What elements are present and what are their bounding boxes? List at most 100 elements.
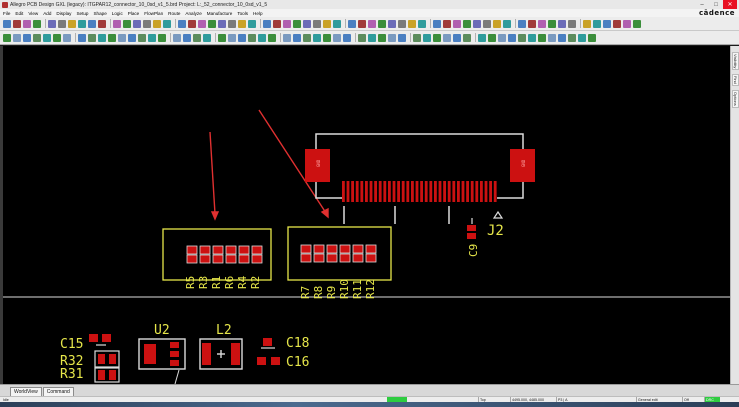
tool-icon[interactable] bbox=[623, 19, 631, 28]
tool-icon[interactable] bbox=[433, 33, 441, 42]
tool-icon[interactable] bbox=[633, 19, 641, 28]
tool-icon[interactable] bbox=[333, 33, 341, 42]
capacitor-c18[interactable]: C18 bbox=[261, 336, 309, 351]
tool-icon[interactable] bbox=[238, 19, 246, 28]
resistor-group-right[interactable]: R7 R8 R9 R10 R11 R12 bbox=[287, 226, 392, 299]
tool-icon[interactable] bbox=[358, 19, 366, 28]
tool-icon[interactable] bbox=[63, 33, 71, 42]
tool-icon[interactable] bbox=[348, 19, 356, 28]
tool-icon[interactable] bbox=[13, 19, 21, 28]
tool-icon[interactable] bbox=[3, 19, 11, 28]
menu-tools[interactable]: Tools bbox=[237, 11, 248, 16]
tool-icon[interactable] bbox=[463, 19, 471, 28]
tool-icon[interactable] bbox=[53, 33, 61, 42]
tool-icon[interactable] bbox=[443, 33, 451, 42]
tool-icon[interactable] bbox=[293, 33, 301, 42]
tool-icon[interactable] bbox=[218, 19, 226, 28]
tool-icon[interactable] bbox=[88, 33, 96, 42]
tool-icon[interactable] bbox=[228, 19, 236, 28]
tool-icon[interactable] bbox=[123, 19, 131, 28]
tool-icon[interactable] bbox=[358, 33, 366, 42]
resistor-group-left[interactable]: R5 R3 R1 R6 R4 R2 bbox=[162, 228, 272, 289]
tool-icon[interactable] bbox=[503, 19, 511, 28]
menu-setup[interactable]: Setup bbox=[76, 11, 88, 16]
tool-icon[interactable] bbox=[463, 33, 471, 42]
tool-icon[interactable] bbox=[378, 19, 386, 28]
tool-icon[interactable] bbox=[333, 19, 341, 28]
tool-icon[interactable] bbox=[173, 33, 181, 42]
tool-icon[interactable] bbox=[508, 33, 516, 42]
tool-icon[interactable] bbox=[98, 33, 106, 42]
tool-icon[interactable] bbox=[178, 19, 186, 28]
tool-icon[interactable] bbox=[478, 33, 486, 42]
tool-icon[interactable] bbox=[453, 33, 461, 42]
tool-icon[interactable] bbox=[48, 19, 56, 28]
tool-icon[interactable] bbox=[323, 33, 331, 42]
tool-icon[interactable] bbox=[423, 33, 431, 42]
capacitor-c15[interactable]: C15 bbox=[60, 334, 111, 352]
menu-shape[interactable]: Shape bbox=[93, 11, 106, 16]
tool-icon[interactable] bbox=[238, 33, 246, 42]
side-tab-options[interactable]: Options bbox=[732, 90, 739, 108]
tool-icon[interactable] bbox=[153, 19, 161, 28]
tool-icon[interactable] bbox=[68, 19, 76, 28]
tool-icon[interactable] bbox=[538, 33, 546, 42]
tool-icon[interactable] bbox=[588, 33, 596, 42]
connector-j2[interactable]: GND GND J2 bbox=[305, 133, 535, 239]
menu-logic[interactable]: Logic bbox=[112, 11, 123, 16]
ic-u2[interactable]: U2 bbox=[138, 323, 186, 384]
close-button[interactable]: ✕ bbox=[723, 0, 737, 9]
tool-icon[interactable] bbox=[193, 33, 201, 42]
tool-icon[interactable] bbox=[558, 33, 566, 42]
tool-icon[interactable] bbox=[473, 19, 481, 28]
tool-icon[interactable] bbox=[98, 19, 106, 28]
tool-icon[interactable] bbox=[108, 33, 116, 42]
tool-icon[interactable] bbox=[218, 33, 226, 42]
tool-icon[interactable] bbox=[33, 33, 41, 42]
tool-icon[interactable] bbox=[188, 19, 196, 28]
tool-icon[interactable] bbox=[548, 33, 556, 42]
tool-icon[interactable] bbox=[313, 33, 321, 42]
tool-icon[interactable] bbox=[228, 33, 236, 42]
tool-icon[interactable] bbox=[113, 19, 121, 28]
tool-icon[interactable] bbox=[323, 19, 331, 28]
side-tab-visibility[interactable]: Visibility bbox=[732, 52, 739, 70]
menu-help[interactable]: Help bbox=[253, 11, 262, 16]
tool-icon[interactable] bbox=[378, 33, 386, 42]
menu-manufacture[interactable]: Manufacture bbox=[207, 11, 233, 16]
tool-icon[interactable] bbox=[128, 33, 136, 42]
menu-add[interactable]: Add bbox=[43, 11, 51, 16]
tool-icon[interactable] bbox=[58, 19, 66, 28]
menu-place[interactable]: Place bbox=[128, 11, 140, 16]
tool-icon[interactable] bbox=[398, 19, 406, 28]
menu-file[interactable]: File bbox=[3, 11, 10, 16]
tool-icon[interactable] bbox=[273, 19, 281, 28]
tool-icon[interactable] bbox=[528, 19, 536, 28]
tool-icon[interactable] bbox=[203, 33, 211, 42]
tool-icon[interactable] bbox=[578, 33, 586, 42]
tool-icon[interactable] bbox=[303, 33, 311, 42]
minimize-button[interactable]: – bbox=[695, 0, 709, 9]
tool-icon[interactable] bbox=[263, 19, 271, 28]
capacitor-c16[interactable]: C16 bbox=[257, 355, 309, 370]
menu-route[interactable]: Route bbox=[168, 11, 180, 16]
tool-icon[interactable] bbox=[283, 33, 291, 42]
tab-command[interactable]: Command bbox=[42, 387, 74, 396]
tool-icon[interactable] bbox=[258, 33, 266, 42]
tool-icon[interactable] bbox=[398, 33, 406, 42]
tool-icon[interactable] bbox=[603, 19, 611, 28]
tool-icon[interactable] bbox=[13, 33, 21, 42]
tool-icon[interactable] bbox=[498, 33, 506, 42]
tool-icon[interactable] bbox=[593, 19, 601, 28]
tool-icon[interactable] bbox=[388, 19, 396, 28]
tool-icon[interactable] bbox=[518, 19, 526, 28]
tool-icon[interactable] bbox=[143, 19, 151, 28]
tool-icon[interactable] bbox=[293, 19, 301, 28]
tool-icon[interactable] bbox=[133, 19, 141, 28]
tool-icon[interactable] bbox=[518, 33, 526, 42]
tab-worldview[interactable]: WorldView bbox=[10, 387, 42, 396]
capacitor-c9[interactable]: C9 bbox=[467, 218, 480, 257]
resistor-r31[interactable]: R31 bbox=[60, 367, 120, 383]
tool-icon[interactable] bbox=[433, 19, 441, 28]
tool-icon[interactable] bbox=[118, 33, 126, 42]
